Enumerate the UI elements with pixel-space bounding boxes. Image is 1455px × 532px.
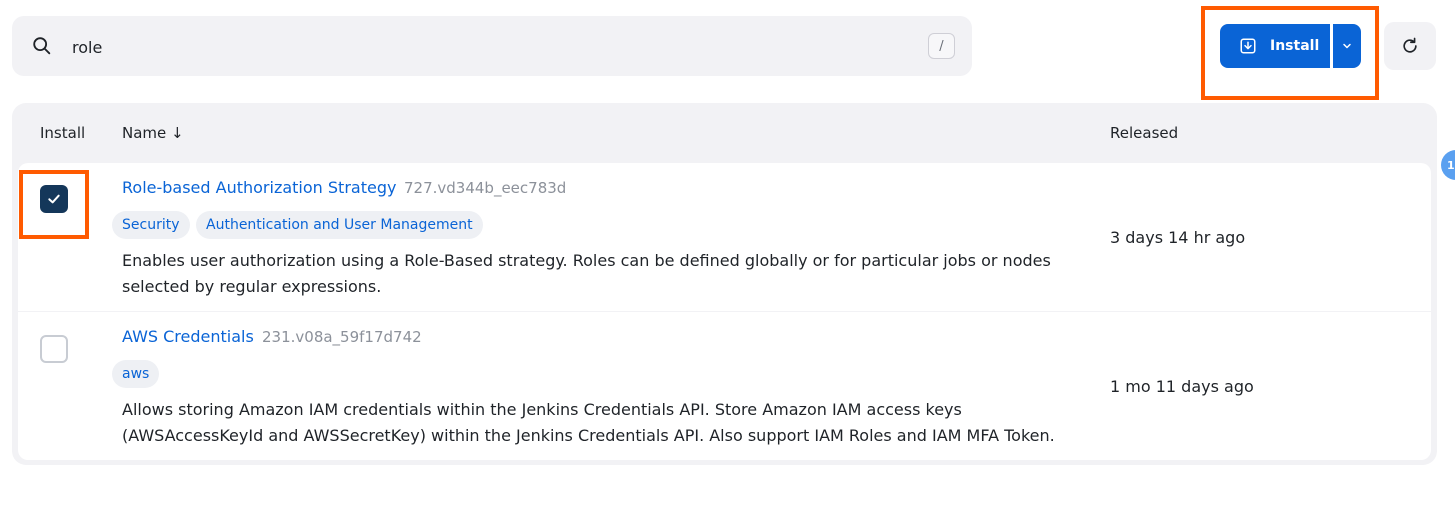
- checkbox-highlight-frame: [19, 170, 89, 239]
- notification-badge[interactable]: 13: [1441, 150, 1455, 180]
- column-header-released: Released: [1110, 124, 1179, 142]
- search-input[interactable]: [72, 36, 912, 58]
- refresh-icon: [1403, 37, 1417, 53]
- column-header-install: Install: [40, 124, 86, 142]
- plugin-tag[interactable]: aws: [112, 360, 160, 388]
- search-icon: [33, 37, 51, 55]
- chevron-down-icon: [1343, 43, 1351, 49]
- release-date: 1 mo 11 days ago: [1110, 377, 1254, 396]
- plugin-title-link[interactable]: Role-based Authorization Strategy: [122, 178, 396, 197]
- plugin-description: Enables user authorization using a Role-…: [122, 251, 1051, 296]
- install-options-button[interactable]: [1333, 24, 1361, 68]
- download-icon: [1240, 38, 1256, 54]
- refresh-button[interactable]: [1384, 22, 1436, 70]
- plugin-version: 727.vd344b_eec783d: [404, 179, 567, 197]
- install-button[interactable]: Install: [1220, 24, 1330, 68]
- install-button-label: Install: [1270, 38, 1320, 54]
- release-date: 3 days 14 hr ago: [1110, 228, 1246, 247]
- plugin-tag[interactable]: Security: [112, 211, 190, 239]
- plugin-description: Allows storing Amazon IAM credentials wi…: [122, 400, 1055, 445]
- plugin-tag[interactable]: Authentication and User Management: [196, 211, 483, 239]
- install-checkbox[interactable]: [40, 335, 68, 363]
- column-header-name[interactable]: Name ↓: [122, 124, 184, 142]
- plugin-title-link[interactable]: AWS Credentials: [122, 327, 254, 346]
- search-shortcut-hint: /: [928, 33, 955, 59]
- plugin-version: 231.v08a_59f17d742: [262, 328, 422, 346]
